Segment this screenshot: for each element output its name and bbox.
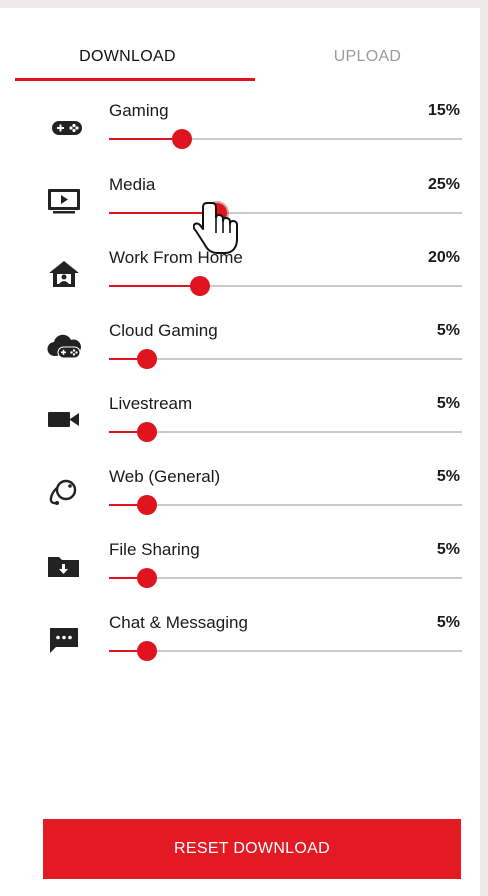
slider-thumb[interactable] — [137, 495, 157, 515]
category-row-media: Media 25% — [0, 174, 480, 246]
category-row-livestream: Livestream 5% — [0, 393, 480, 465]
cloud-gaming-slider[interactable] — [109, 349, 462, 369]
category-row-cloud-gaming: Cloud Gaming 5% — [0, 320, 480, 392]
slider-thumb[interactable] — [137, 641, 157, 661]
livestream-slider[interactable] — [109, 422, 462, 442]
folder-download-icon — [44, 549, 84, 581]
category-percent: 5% — [436, 541, 460, 558]
category-label: Media — [109, 175, 156, 194]
cloud-gaming-icon — [44, 330, 84, 362]
tab-bar: DOWNLOAD UPLOAD — [15, 40, 465, 90]
slider-fill — [109, 212, 217, 214]
slider-thumb[interactable] — [207, 203, 227, 223]
slider-thumb[interactable] — [137, 568, 157, 588]
category-percent: 5% — [436, 614, 460, 631]
category-row-web-general: Web (General) 5% — [0, 466, 480, 538]
gamepad-icon — [44, 110, 84, 142]
slider-thumb[interactable] — [137, 349, 157, 369]
category-percent: 5% — [436, 322, 460, 339]
media-slider[interactable] — [109, 203, 462, 223]
category-row-gaming: Gaming 15% — [0, 100, 480, 172]
slider-thumb[interactable] — [137, 422, 157, 442]
slider-thumb[interactable] — [190, 276, 210, 296]
category-label: Chat & Messaging — [109, 613, 248, 632]
chat-messaging-slider[interactable] — [109, 641, 462, 661]
category-label: File Sharing — [109, 540, 200, 559]
category-row-work-from-home: Work From Home 20% — [0, 247, 480, 319]
category-row-file-sharing: File Sharing 5% — [0, 539, 480, 611]
web-general-slider[interactable] — [109, 495, 462, 515]
chat-icon — [44, 622, 84, 654]
slider-thumb[interactable] — [172, 129, 192, 149]
tv-play-icon — [44, 184, 84, 216]
reset-download-button[interactable]: RESET DOWNLOAD — [43, 819, 461, 879]
globe-icon — [44, 476, 84, 508]
active-tab-indicator — [15, 78, 255, 81]
tab-upload[interactable]: UPLOAD — [255, 40, 480, 88]
file-sharing-slider[interactable] — [109, 568, 462, 588]
slider-fill — [109, 285, 200, 287]
category-percent: 5% — [436, 468, 460, 485]
category-percent: 15% — [427, 102, 460, 119]
category-percent: 25% — [427, 176, 460, 193]
category-label: Work From Home — [109, 248, 243, 267]
category-label: Cloud Gaming — [109, 321, 218, 340]
category-label: Livestream — [109, 394, 193, 413]
category-label: Gaming — [109, 101, 169, 120]
home-person-icon — [44, 257, 84, 289]
gaming-slider[interactable] — [109, 129, 462, 149]
category-row-chat-messaging: Chat & Messaging 5% — [0, 612, 480, 684]
work-from-home-slider[interactable] — [109, 276, 462, 296]
category-label: Web (General) — [109, 467, 221, 486]
category-percent: 20% — [427, 249, 460, 266]
video-camera-icon — [44, 403, 84, 435]
category-percent: 5% — [436, 395, 460, 412]
